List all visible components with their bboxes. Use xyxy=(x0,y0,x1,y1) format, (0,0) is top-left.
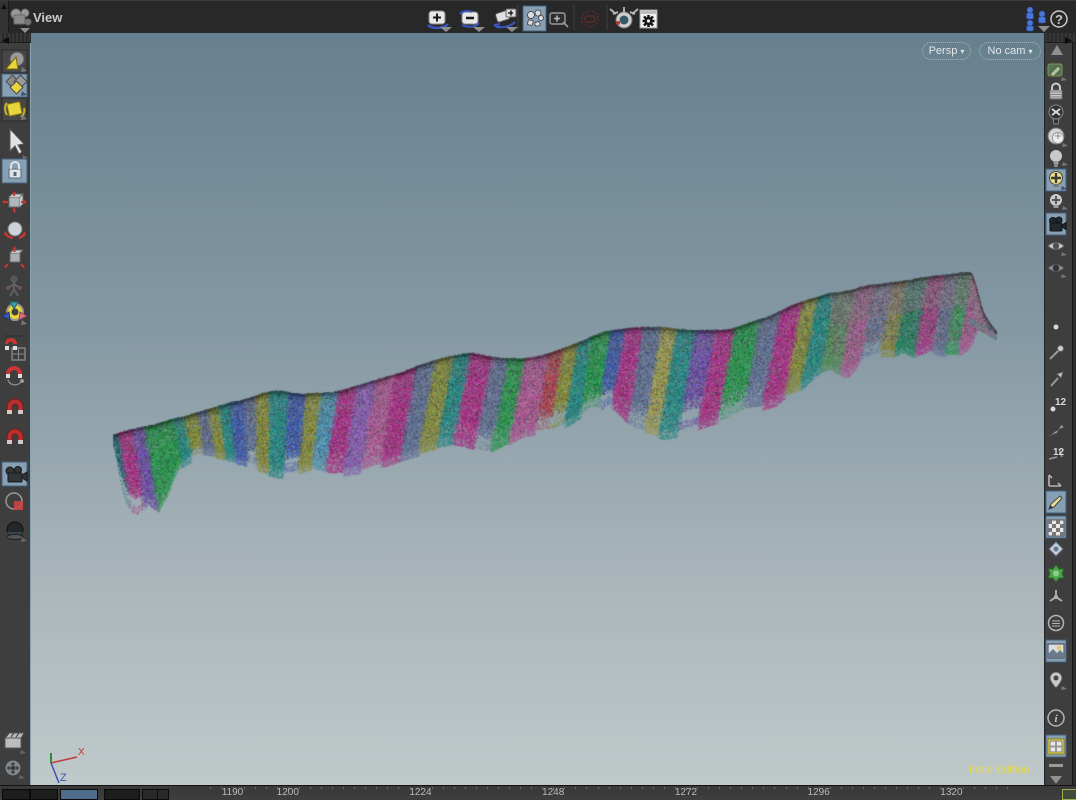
svg-text:?: ? xyxy=(1055,12,1063,27)
svg-text:i: i xyxy=(1054,713,1058,725)
svg-text:Z: Z xyxy=(60,772,67,784)
svg-text:12: 12 xyxy=(1053,447,1065,458)
svg-text:12: 12 xyxy=(1055,397,1067,408)
svg-text:X: X xyxy=(78,747,85,758)
